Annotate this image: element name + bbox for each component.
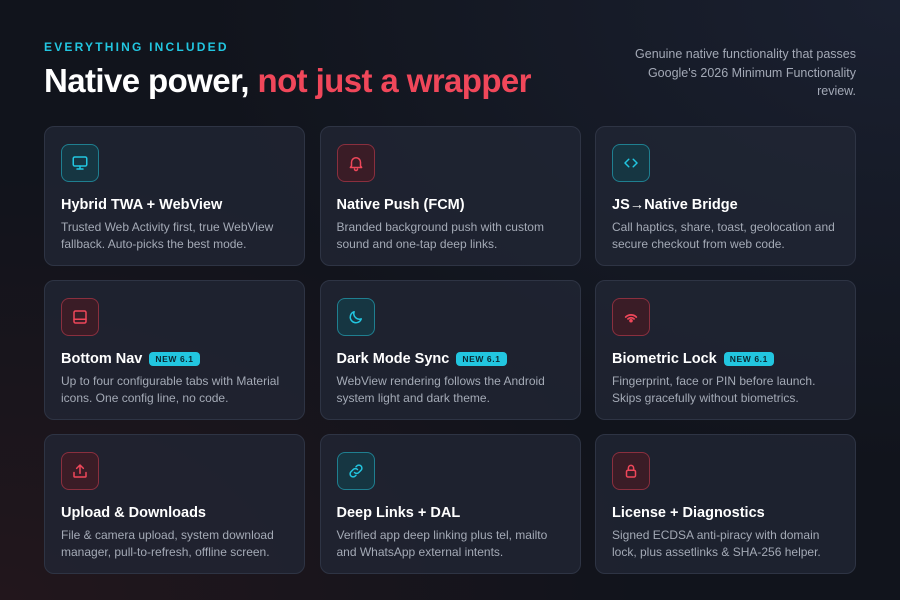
card-title: Dark Mode Sync — [336, 351, 450, 367]
bottom-nav-icon — [61, 298, 99, 336]
page-title: Native power, not just a wrapper — [44, 62, 532, 100]
card-title: Biometric Lock — [612, 351, 717, 367]
card-title: Upload & Downloads — [61, 505, 206, 521]
upload-icon — [61, 452, 99, 490]
title-accent: not just a wrapper — [257, 62, 532, 99]
card-title: License + Diagnostics — [612, 505, 765, 521]
card-description: Fingerprint, face or PIN before launch. … — [612, 374, 816, 405]
feature-card-biometric: Biometric Lock NEW 6.1 Fingerprint, face … — [595, 280, 856, 420]
feature-card-hybrid: Hybrid TWA + WebView Trusted Web Activit… — [44, 126, 305, 266]
card-description: Verified app deep linking plus tel, mail… — [336, 528, 548, 559]
card-description: Call haptics, share, toast, geolocation … — [612, 220, 835, 251]
card-description: File & camera upload, system download ma… — [61, 528, 274, 559]
card-description: Signed ECDSA anti-piracy with domain loc… — [612, 528, 821, 559]
new-badge: NEW 6.1 — [149, 352, 200, 366]
page-subtitle: Genuine native functionality that passes… — [635, 47, 856, 98]
feature-card-deep-links: Deep Links + DAL Verified app deep linki… — [319, 434, 581, 574]
feature-grid: Hybrid TWA + WebView Trusted Web Activit… — [44, 126, 856, 574]
feature-card-push: Native Push (FCM) Branded background pus… — [319, 126, 581, 266]
new-badge: NEW 6.1 — [456, 352, 507, 366]
card-description: Up to four configurable tabs with Materi… — [61, 374, 280, 405]
card-description: WebView rendering follows the Android sy… — [336, 374, 545, 405]
card-title: Native Push (FCM) — [336, 197, 465, 213]
bell-icon — [336, 144, 375, 182]
card-title: JS→Native Bridge — [612, 197, 738, 213]
feature-card-upload: Upload & Downloads File & camera upload,… — [44, 434, 305, 574]
new-badge: NEW 6.1 — [723, 352, 774, 366]
lock-icon — [612, 452, 650, 490]
card-title: Bottom Nav — [61, 351, 143, 367]
monitor-icon — [61, 144, 99, 182]
card-description: Trusted Web Activity first, true WebView… — [61, 220, 274, 251]
fingerprint-icon — [612, 298, 650, 336]
feature-card-bottom-nav: Bottom Nav NEW 6.1 Up to four configurabl… — [44, 280, 305, 420]
card-title: Deep Links + DAL — [336, 505, 461, 521]
title-main: Native power, — [44, 62, 258, 99]
card-title: Hybrid TWA + WebView — [61, 197, 223, 213]
feature-card-license: License + Diagnostics Signed ECDSA anti-… — [595, 434, 856, 574]
feature-card-dark-mode: Dark Mode Sync NEW 6.1 WebView rendering … — [319, 280, 581, 420]
card-description: Branded background push with custom soun… — [336, 220, 544, 251]
moon-icon — [336, 298, 375, 336]
feature-card-bridge: JS→Native Bridge Call haptics, share, to… — [595, 126, 856, 266]
code-icon — [612, 144, 650, 182]
eyebrow-label: EVERYTHING INCLUDED — [44, 40, 229, 54]
link-icon — [336, 452, 375, 490]
